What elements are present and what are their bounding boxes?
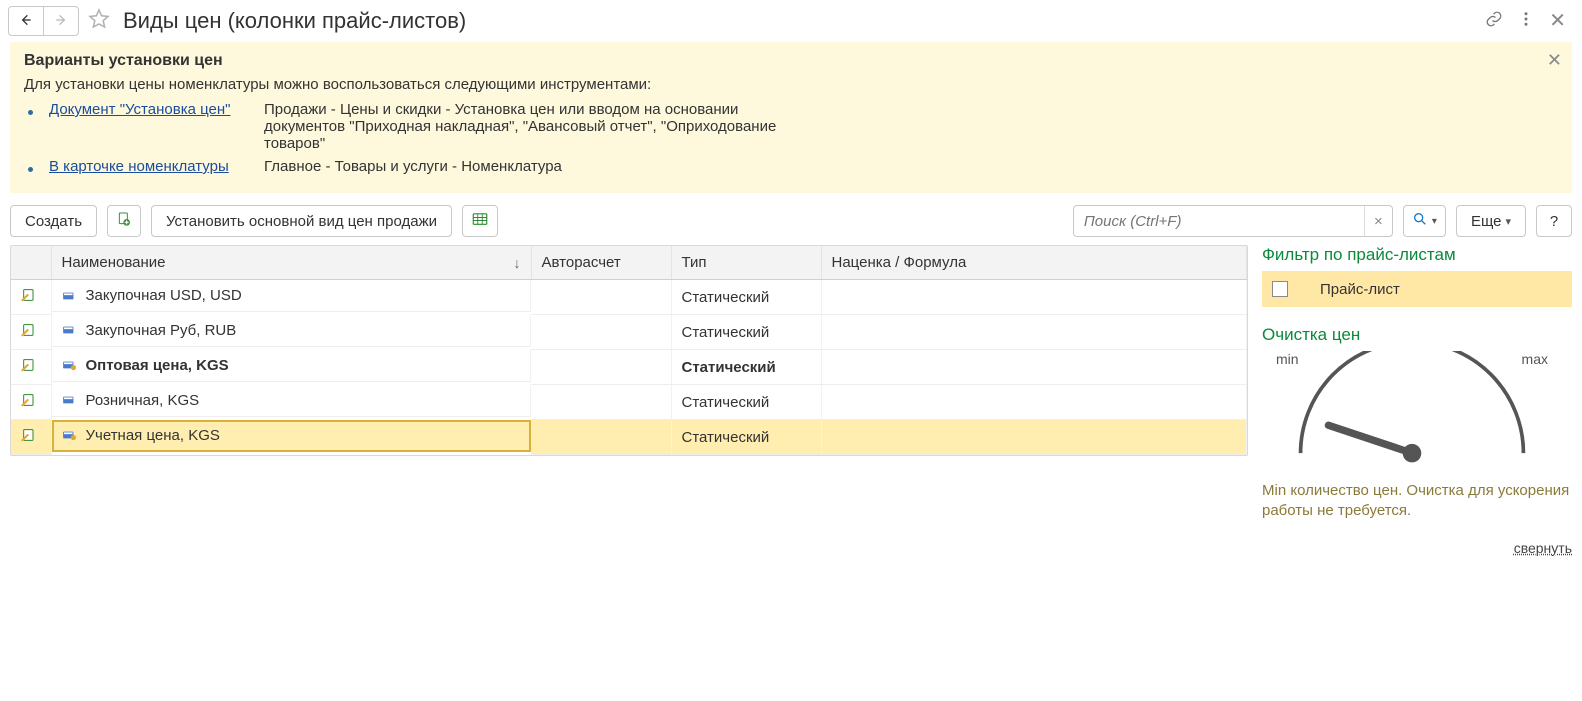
col-header-markup[interactable]: Наценка / Формула — [821, 246, 1247, 280]
gauge-min-label: min — [1276, 351, 1299, 367]
set-main-price-button[interactable]: Установить основной вид цен продажи — [151, 205, 452, 237]
gauge-max-label: max — [1522, 351, 1548, 367]
spreadsheet-icon — [471, 210, 489, 232]
banner-heading: Варианты установки цен — [24, 52, 1558, 70]
help-button[interactable]: ? — [1536, 205, 1572, 237]
nav-forward-button[interactable] — [43, 6, 79, 36]
favorite-star-icon[interactable] — [87, 7, 111, 35]
row-type: Статический — [671, 385, 821, 420]
collapse-link[interactable]: свернуть — [1514, 540, 1572, 556]
row-autocalc — [531, 350, 671, 385]
price-types-grid[interactable]: Наименование ↓ Авторасчет Тип Наценка / … — [10, 245, 1248, 456]
filter-item-label: Прайс-лист — [1320, 281, 1400, 298]
link-icon[interactable] — [1485, 10, 1503, 32]
search-button[interactable]: ▾ — [1403, 205, 1446, 237]
row-state-icon — [21, 360, 37, 377]
create-copy-button[interactable] — [107, 205, 141, 237]
price-tag-icon — [62, 290, 78, 302]
banner-intro: Для установки цены номенклатуры можно во… — [24, 76, 1558, 93]
gauge-widget: min max — [1262, 351, 1562, 481]
banner-close-icon[interactable]: ✕ — [1547, 50, 1562, 71]
gauge-icon — [1262, 351, 1562, 481]
row-state-icon — [21, 430, 37, 447]
row-name: Закупочная USD, USD — [86, 287, 242, 304]
search-icon — [1412, 211, 1428, 231]
arrow-right-icon — [53, 12, 69, 31]
col-header-name[interactable]: Наименование ↓ — [51, 246, 531, 280]
banner-desc: Продажи - Цены и скидки - Установка цен … — [264, 101, 784, 152]
row-markup — [821, 350, 1247, 385]
price-tag-icon — [62, 324, 78, 336]
cleanup-note: Min количество цен. Очистка для ускорени… — [1262, 481, 1572, 522]
kebab-menu-icon[interactable] — [1517, 10, 1535, 32]
cleanup-title: Очистка цен — [1262, 325, 1572, 345]
table-row[interactable]: Розничная, KGS Статический — [11, 385, 1247, 420]
price-list-button[interactable] — [462, 205, 498, 237]
row-type: Статический — [671, 315, 821, 350]
row-autocalc — [531, 315, 671, 350]
price-tag-icon — [62, 429, 78, 441]
row-name: Оптовая цена, KGS — [86, 357, 229, 374]
document-plus-icon — [116, 211, 132, 231]
search-input[interactable] — [1074, 213, 1364, 230]
row-name: Учетная цена, KGS — [86, 427, 220, 444]
cleanup-section: Очистка цен min max Min количество цен. … — [1262, 325, 1572, 522]
search-field[interactable]: × — [1073, 205, 1393, 237]
row-state-icon — [21, 290, 37, 307]
price-tag-icon — [62, 359, 78, 371]
row-markup — [821, 315, 1247, 350]
col-header-state[interactable] — [11, 246, 51, 280]
more-button[interactable]: Еще — [1456, 205, 1526, 237]
close-icon[interactable]: ✕ — [1549, 11, 1566, 31]
nav-back-button[interactable] — [8, 6, 44, 36]
arrow-left-icon — [18, 12, 34, 31]
row-autocalc — [531, 280, 671, 315]
chevron-down-icon: ▾ — [1432, 216, 1437, 227]
col-header-autocalc[interactable]: Авторасчет — [531, 246, 671, 280]
row-markup — [821, 280, 1247, 315]
table-row[interactable]: Закупочная USD, USD Статический — [11, 280, 1247, 315]
filter-checkbox[interactable] — [1272, 281, 1288, 297]
col-header-type[interactable]: Тип — [671, 246, 821, 280]
row-autocalc — [531, 385, 671, 420]
row-name: Розничная, KGS — [86, 392, 200, 409]
table-row[interactable]: Оптовая цена, KGS Статический — [11, 350, 1247, 385]
row-autocalc — [531, 420, 671, 455]
row-name: Закупочная Руб, RUB — [86, 322, 237, 339]
row-state-icon — [21, 325, 37, 342]
row-type: Статический — [671, 420, 821, 455]
info-banner: ✕ Варианты установки цен Для установки ц… — [10, 42, 1572, 193]
sort-asc-icon: ↓ — [514, 255, 521, 271]
banner-link-set-prices[interactable]: Документ "Установка цен" — [49, 101, 264, 118]
price-tag-icon — [62, 394, 78, 406]
row-markup — [821, 420, 1247, 455]
table-row[interactable]: Закупочная Руб, RUB Статический — [11, 315, 1247, 350]
filter-title: Фильтр по прайс-листам — [1262, 245, 1572, 265]
row-type: Статический — [671, 280, 821, 315]
row-markup — [821, 385, 1247, 420]
row-type: Статический — [671, 350, 821, 385]
search-clear-icon[interactable]: × — [1364, 206, 1392, 236]
table-row[interactable]: Учетная цена, KGS Статический — [11, 420, 1247, 455]
banner-link-nomenclature-card[interactable]: В карточке номенклатуры — [49, 158, 264, 175]
page-title: Виды цен (колонки прайс-листов) — [123, 8, 1477, 34]
banner-desc: Главное - Товары и услуги - Номенклатура — [264, 158, 562, 175]
row-state-icon — [21, 395, 37, 412]
filter-section: Фильтр по прайс-листам Прайс-лист — [1262, 245, 1572, 307]
filter-pricelist-row[interactable]: Прайс-лист — [1262, 271, 1572, 307]
create-button[interactable]: Создать — [10, 205, 97, 237]
